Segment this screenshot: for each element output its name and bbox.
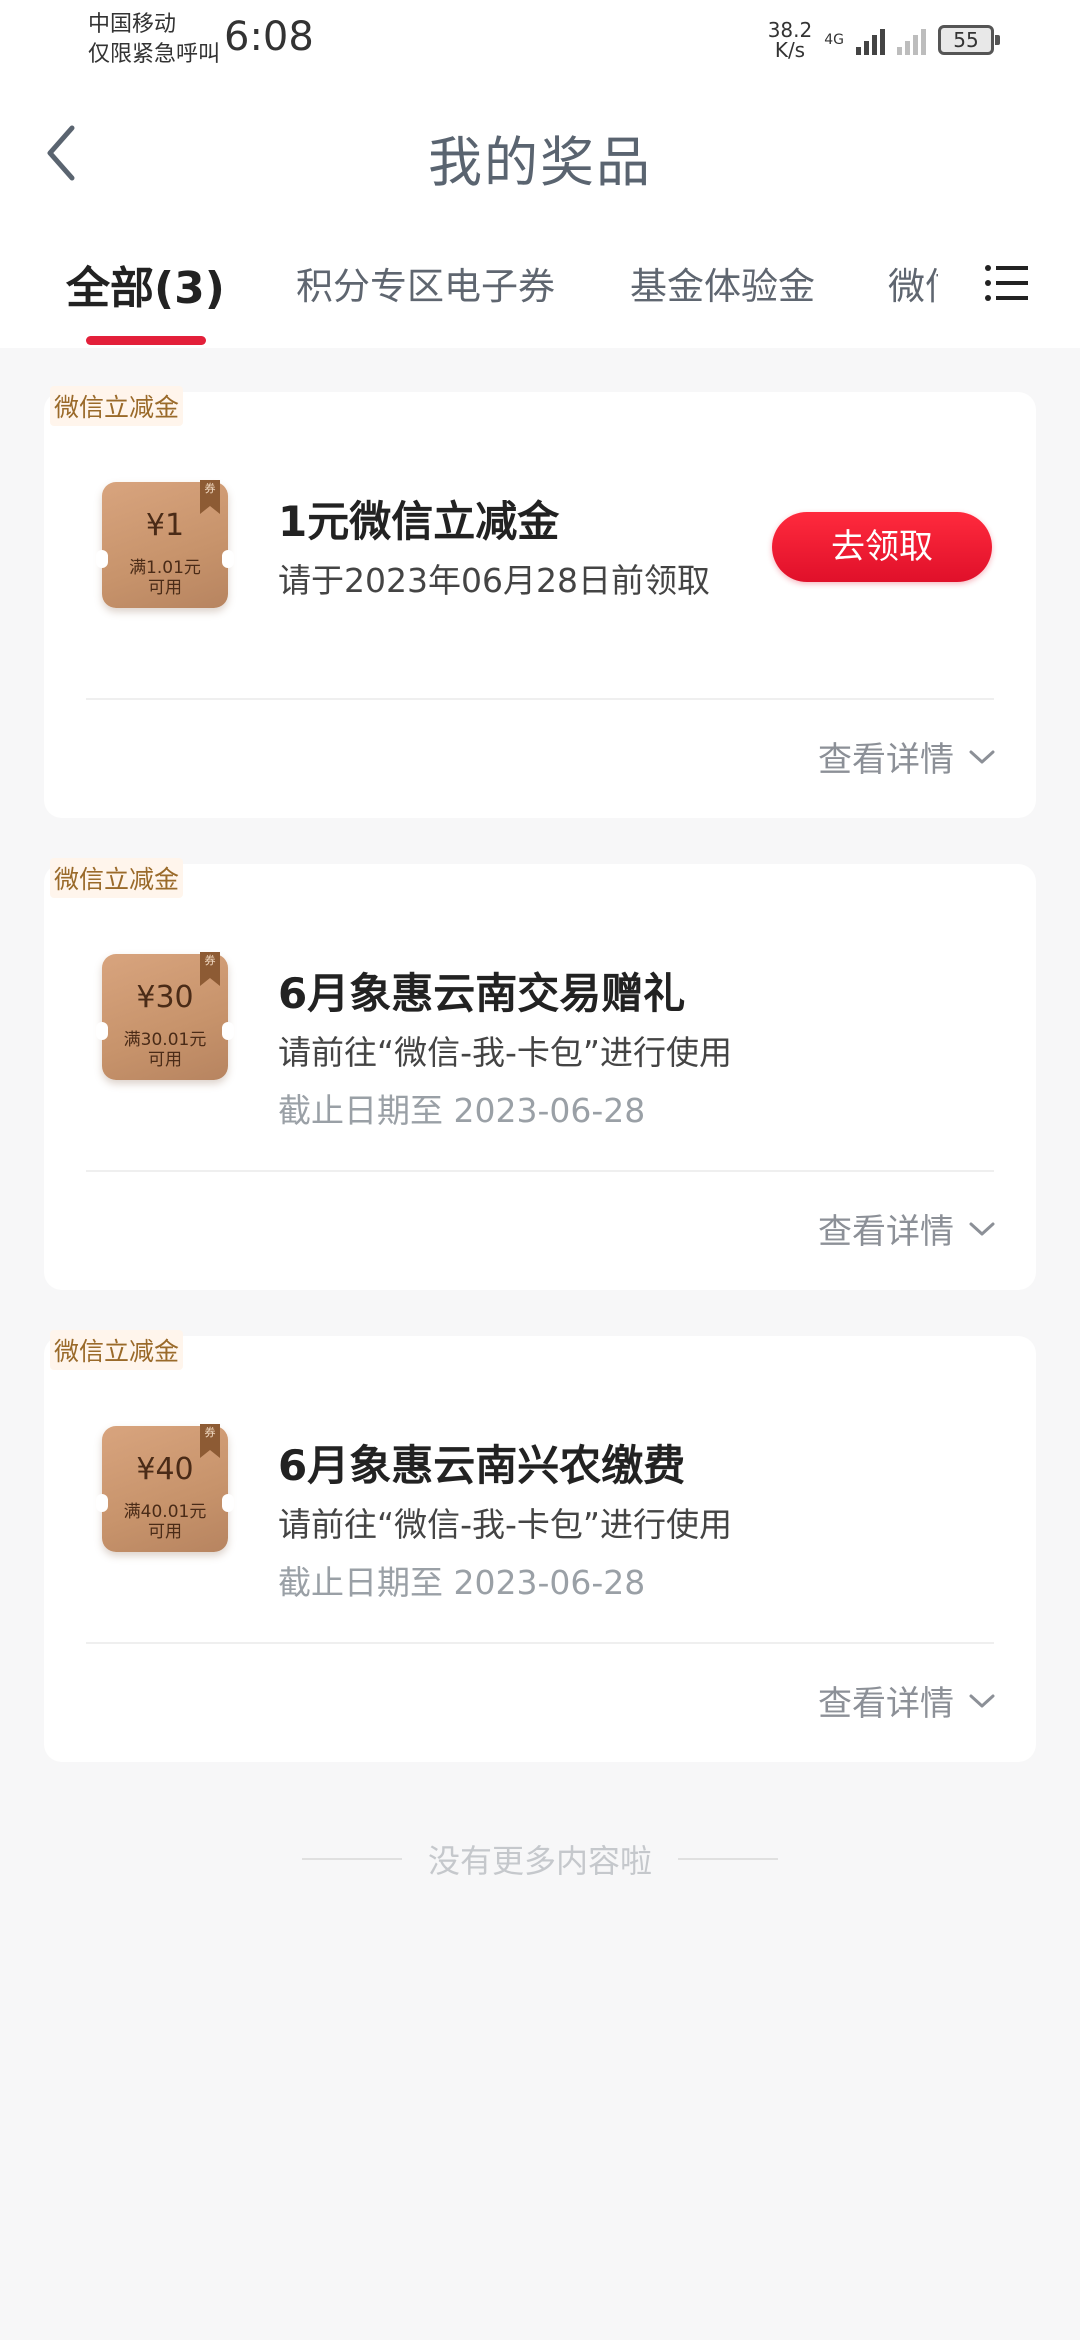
carrier-info: 中国移动 仅限紧急呼叫: [88, 10, 220, 70]
view-details-label: 查看详情: [818, 1212, 954, 1252]
card-tag: 微信立减金: [50, 386, 184, 426]
coupon-condition: 满40.01元 可用: [102, 1502, 228, 1542]
coupon-ribbon-icon: 券: [200, 480, 220, 514]
tab-menu-button[interactable]: [984, 260, 1030, 306]
chevron-down-icon: [969, 1222, 995, 1235]
chevron-down-icon: [969, 750, 995, 763]
coupon-condition-line2: 可用: [148, 1050, 182, 1070]
prize-description: 请前往“微信-我-卡包”进行使用: [278, 1033, 733, 1072]
view-details-link[interactable]: 查看详情: [818, 732, 996, 781]
claim-button[interactable]: 去领取: [772, 512, 992, 582]
end-note-divider-left: [301, 1858, 402, 1860]
card-tag: 微信立减金: [50, 858, 184, 898]
tab-all[interactable]: 全部(3): [66, 252, 225, 316]
network-speed-value: 38.2: [767, 18, 813, 42]
tab-bar: 全部(3) 积分专区电子券 基金体验金 微信: [0, 230, 1080, 348]
carrier-name: 中国移动: [88, 12, 177, 37]
card-divider: [86, 698, 994, 700]
coupon-condition-line1: 满1.01元: [129, 558, 201, 578]
signal-secondary-icon: [897, 25, 926, 55]
coupon-ribbon-icon: 券: [200, 952, 220, 986]
coupon-thumbnail: 券 ¥1 满1.01元 可用: [96, 480, 234, 608]
prize-card: 微信立减金 券 ¥1 满1.01元 可用 1元微信立减金 请于2023年06月2…: [44, 386, 1036, 818]
coupon-thumbnail: 券 ¥40 满40.01元 可用: [96, 1424, 234, 1552]
network-speed: 38.2 K/s: [768, 20, 813, 60]
carrier-note: 仅限紧急呼叫: [88, 42, 221, 67]
card-divider: [86, 1642, 994, 1644]
prize-description: 请前往“微信-我-卡包”进行使用: [278, 1505, 733, 1544]
coupon-amount: ¥1: [145, 508, 185, 543]
end-note-text: 没有更多内容啦: [427, 1842, 652, 1880]
active-tab-indicator: [86, 336, 206, 345]
status-indicators: 38.2 K/s 4G 55: [768, 18, 1000, 62]
view-details-link[interactable]: 查看详情: [818, 1204, 996, 1253]
card-tag: 微信立减金: [50, 1330, 184, 1370]
prize-card: 微信立减金 券 ¥40 满40.01元 可用 6月象惠云南兴农缴费 请前往“微信…: [44, 1330, 1036, 1762]
prize-deadline: 截止日期至 2023-06-28: [278, 1091, 646, 1130]
prize-title: 6月象惠云南兴农缴费: [278, 1441, 686, 1490]
card-divider: [86, 1170, 994, 1172]
coupon-condition-line2: 可用: [148, 1522, 182, 1542]
coupon-condition: 满30.01元 可用: [102, 1030, 228, 1070]
view-details-link[interactable]: 查看详情: [818, 1676, 996, 1725]
prize-title: 1元微信立减金: [278, 497, 560, 546]
tab-wechat[interactable]: 微信: [888, 256, 938, 310]
coupon-condition: 满1.01元 可用: [102, 558, 228, 598]
chevron-down-icon: [969, 1694, 995, 1707]
coupon-condition-line2: 可用: [148, 578, 182, 598]
coupon-ribbon-icon: 券: [200, 1424, 220, 1458]
list-menu-icon: [985, 265, 1028, 301]
coupon-thumbnail: 券 ¥30 满30.01元 可用: [96, 952, 234, 1080]
network-speed-unit: K/s: [774, 38, 806, 62]
end-note-divider-right: [678, 1858, 778, 1860]
network-type: 4G: [824, 32, 844, 48]
prize-title: 6月象惠云南交易赠礼: [278, 969, 686, 1018]
coupon-condition-line1: 满40.01元: [123, 1502, 207, 1522]
tab-points-coupons[interactable]: 积分专区电子券: [296, 256, 555, 310]
coupon-amount: ¥30: [136, 980, 194, 1015]
tabs-fade: [940, 230, 980, 348]
page-header: 我的奖品: [0, 80, 1080, 230]
coupon-amount: ¥40: [136, 1452, 194, 1487]
tab-fund-trial[interactable]: 基金体验金: [630, 256, 815, 310]
prize-description: 请于2023年06月28日前领取: [278, 561, 710, 600]
signal-icon: [856, 25, 885, 55]
end-of-list-note: 没有更多内容啦: [0, 1836, 1080, 1882]
prize-deadline: 截止日期至 2023-06-28: [278, 1563, 646, 1602]
prize-card: 微信立减金 券 ¥30 满30.01元 可用 6月象惠云南交易赠礼 请前往“微信…: [44, 858, 1036, 1290]
view-details-label: 查看详情: [818, 740, 954, 780]
status-bar: 中国移动 仅限紧急呼叫 6:08 38.2 K/s 4G 55: [0, 0, 1080, 80]
coupon-condition-line1: 满30.01元: [123, 1030, 207, 1050]
page-title: 我的奖品: [428, 131, 652, 194]
status-time: 6:08: [224, 14, 314, 60]
battery-icon: 55: [938, 25, 1000, 55]
view-details-label: 查看详情: [818, 1684, 954, 1724]
